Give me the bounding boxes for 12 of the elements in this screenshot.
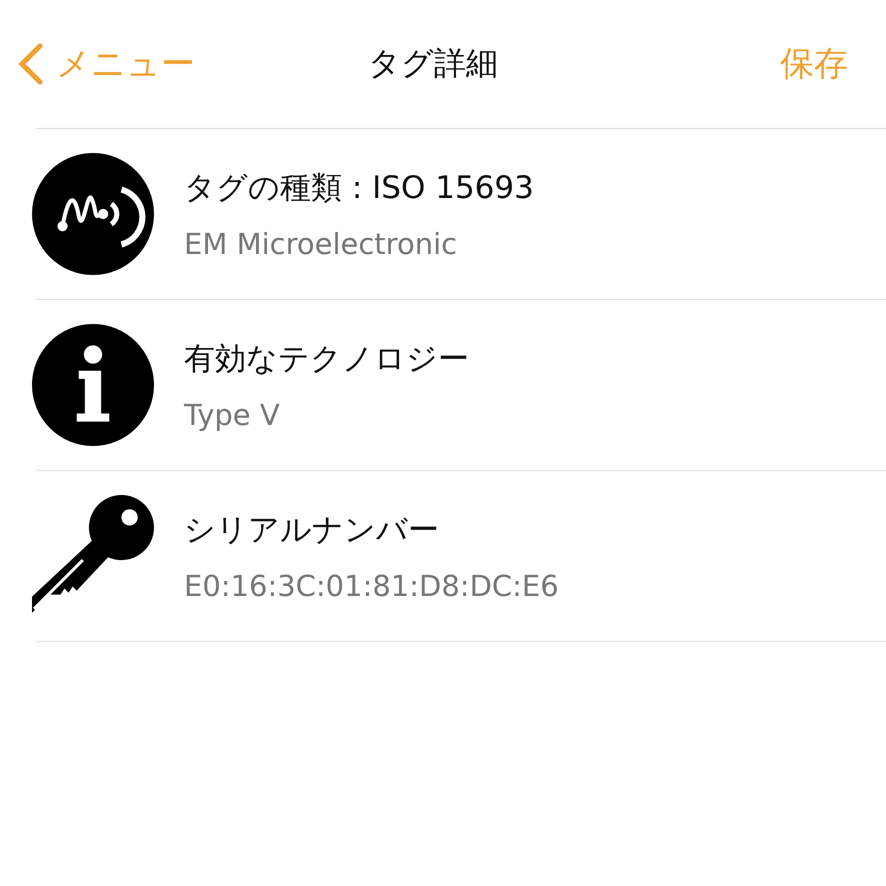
item-title: 有効なテクノロジー — [184, 340, 469, 379]
item-title: タグの種類 : ISO 15693 — [184, 169, 534, 208]
back-button[interactable]: メニュー — [18, 41, 195, 87]
nfc-icon — [32, 153, 154, 275]
item-value: EM Microelectronic — [184, 227, 458, 261]
item-value: E0:16:3C:01:81:D8:DC:E6 — [184, 569, 559, 603]
info-icon — [32, 324, 154, 446]
chevron-icon — [18, 43, 44, 85]
page-title: タグ詳細 — [368, 43, 498, 84]
item-title: シリアルナンバー — [184, 511, 440, 550]
item-value: Type V — [184, 398, 281, 432]
save-button[interactable]: 保存 — [780, 41, 848, 87]
